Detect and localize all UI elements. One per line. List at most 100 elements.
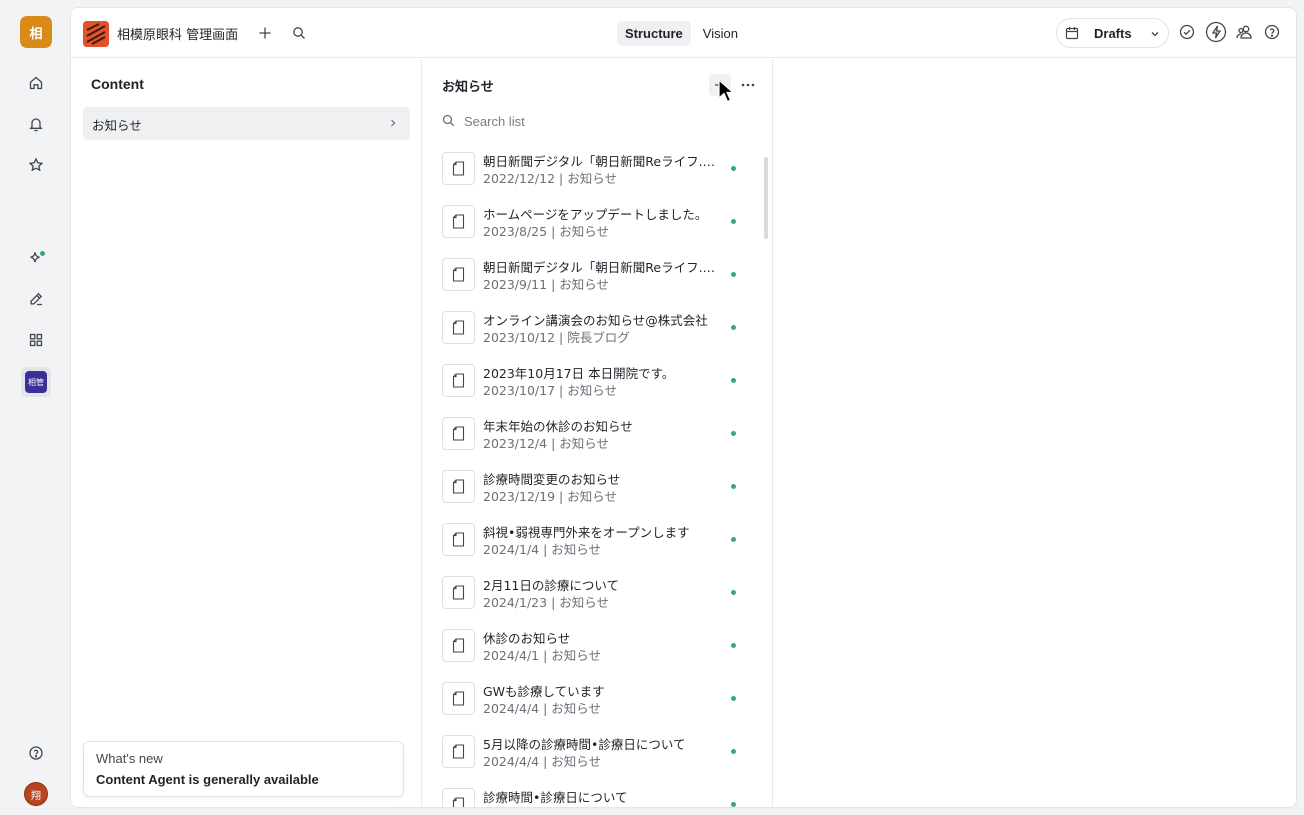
tool-tabs: Structure Vision: [617, 21, 746, 46]
document-subtitle: 2024/4/1 | お知らせ: [483, 648, 602, 663]
published-status-dot: [731, 749, 736, 754]
document-row[interactable]: 診療時間変更のお知らせ 2023/12/19 | お知らせ: [434, 463, 760, 516]
search-icon: [442, 114, 455, 127]
whats-new-message: Content Agent is generally available: [96, 772, 319, 787]
document-row[interactable]: ホームページをアップデートしました。 2023/8/25 | お知らせ: [434, 198, 760, 251]
document-row[interactable]: オンライン講演会のお知らせ@株式会社 2023/10/12 | 院長ブログ: [434, 304, 760, 357]
top-bar: 相模原眼科 管理画面 Structure Vision Drafts: [71, 8, 1296, 58]
ellipsis-icon: [741, 83, 755, 87]
search-input[interactable]: [464, 111, 734, 131]
calendar-icon: [1065, 27, 1079, 40]
document-subtitle: 2022/12/12 | お知らせ: [483, 171, 617, 186]
document-icon: [442, 735, 475, 768]
document-subtitle: 2023/10/12 | 院長ブログ: [483, 330, 630, 345]
search-icon[interactable]: [289, 23, 309, 43]
published-status-dot: [731, 272, 736, 277]
chevron-right-icon: [391, 119, 396, 127]
studio-frame: 相模原眼科 管理画面 Structure Vision Drafts Conte…: [70, 7, 1297, 808]
release-selector[interactable]: Drafts: [1056, 18, 1169, 48]
star-icon[interactable]: [23, 152, 49, 178]
whats-new-heading: What's new: [96, 751, 163, 766]
scrollbar[interactable]: [764, 157, 768, 239]
document-editor-empty: [773, 59, 1296, 807]
document-row[interactable]: 休診のお知らせ 2024/4/1 | お知らせ: [434, 622, 760, 675]
document-row[interactable]: 診療時間•診療日について: [434, 781, 760, 807]
document-title: 診療時間•診療日について: [483, 790, 628, 805]
document-icon: [442, 311, 475, 344]
document-icon: [442, 364, 475, 397]
document-row[interactable]: 2月11日の診療について 2024/1/23 | お知らせ: [434, 569, 760, 622]
structure-item-label: お知らせ: [92, 118, 142, 133]
chevron-down-icon: [1151, 32, 1159, 37]
published-status-dot: [731, 643, 736, 648]
pen-icon[interactable]: [23, 286, 49, 312]
published-status-dot: [731, 802, 736, 807]
lightning-icon[interactable]: [1205, 21, 1227, 43]
document-row[interactable]: GWも診療しています 2024/4/4 | お知らせ: [434, 675, 760, 728]
workspace-switcher[interactable]: 相: [20, 16, 52, 48]
document-subtitle: 2023/8/25 | お知らせ: [483, 224, 610, 239]
published-status-dot: [731, 166, 736, 171]
document-subtitle: 2023/12/4 | お知らせ: [483, 436, 610, 451]
plus-icon[interactable]: [255, 23, 275, 43]
document-row[interactable]: 年末年始の休診のお知らせ 2023/12/4 | お知らせ: [434, 410, 760, 463]
plus-icon: [715, 80, 725, 90]
structure-title: Content: [91, 76, 144, 92]
help-icon[interactable]: [1263, 23, 1281, 41]
document-icon: [442, 152, 475, 185]
document-row[interactable]: 5月以降の診療時間•診療日について 2024/4/4 | お知らせ: [434, 728, 760, 781]
published-status-dot: [731, 431, 736, 436]
published-status-dot: [731, 378, 736, 383]
app-rail: 相 相管 翔: [0, 0, 70, 815]
document-icon: [442, 523, 475, 556]
tab-structure[interactable]: Structure: [617, 21, 691, 46]
document-row[interactable]: 斜視•弱視専門外来をオープンします 2024/1/4 | お知らせ: [434, 516, 760, 569]
people-icon[interactable]: [1235, 23, 1253, 41]
check-circle-icon[interactable]: [1178, 23, 1196, 41]
document-icon: [442, 205, 475, 238]
bell-icon[interactable]: [23, 111, 49, 137]
workspace-name[interactable]: 相模原眼科 管理画面: [117, 24, 238, 43]
create-document-button[interactable]: [709, 74, 731, 96]
document-subtitle: 2023/10/17 | お知らせ: [483, 383, 617, 398]
document-icon: [442, 682, 475, 715]
published-status-dot: [731, 484, 736, 489]
published-status-dot: [731, 325, 736, 330]
published-status-dot: [731, 537, 736, 542]
project-badge[interactable]: 相管: [21, 367, 51, 397]
user-avatar[interactable]: 翔: [24, 782, 48, 806]
whats-new-card[interactable]: What's new Content Agent is generally av…: [83, 741, 404, 797]
published-status-dot: [731, 696, 736, 701]
release-label: Drafts: [1094, 26, 1132, 41]
document-icon: [442, 470, 475, 503]
tab-vision[interactable]: Vision: [695, 21, 746, 46]
document-row[interactable]: 朝日新聞デジタル「朝日新聞Reライフ.net」に当院の記事が掲載されました202…: [434, 145, 760, 198]
document-icon: [442, 788, 475, 807]
document-list-pane: お知らせ 朝日新聞デジタル「朝日新聞Reライフ.net」に当院の記事が掲載されま…: [422, 59, 773, 807]
document-subtitle: 2024/1/23 | お知らせ: [483, 595, 610, 610]
list-search: [442, 111, 742, 131]
help-icon[interactable]: [23, 740, 49, 766]
document-icon: [442, 258, 475, 291]
document-row[interactable]: 朝日新聞デジタル「朝日新聞Reライフ.net」に当院の記事が掲載されました202…: [434, 251, 760, 304]
document-subtitle: 2024/4/4 | お知らせ: [483, 701, 602, 716]
project-badge-label: 相管: [25, 371, 47, 393]
structure-item-oshirase[interactable]: お知らせ: [83, 107, 410, 140]
document-row[interactable]: 2023年10月17日 本日開院です。 2023/10/17 | お知らせ: [434, 357, 760, 410]
workspace-logo[interactable]: [83, 21, 109, 47]
home-icon[interactable]: [23, 70, 49, 96]
more-options-button[interactable]: [738, 75, 758, 95]
document-subtitle: 2023/12/19 | お知らせ: [483, 489, 617, 504]
document-icon: [442, 576, 475, 609]
sparkle-icon[interactable]: [23, 245, 49, 271]
document-subtitle: 2024/1/4 | お知らせ: [483, 542, 602, 557]
structure-pane: Content お知らせ What's new Content Agent is…: [71, 59, 422, 807]
published-status-dot: [731, 590, 736, 595]
document-list: 朝日新聞デジタル「朝日新聞Reライフ.net」に当院の記事が掲載されました202…: [434, 145, 760, 807]
sparkle-status-dot: [40, 251, 45, 256]
document-subtitle: 2023/9/11 | お知らせ: [483, 277, 610, 292]
document-icon: [442, 629, 475, 662]
grid-icon[interactable]: [23, 327, 49, 353]
document-subtitle: 2024/4/4 | お知らせ: [483, 754, 602, 769]
published-status-dot: [731, 219, 736, 224]
